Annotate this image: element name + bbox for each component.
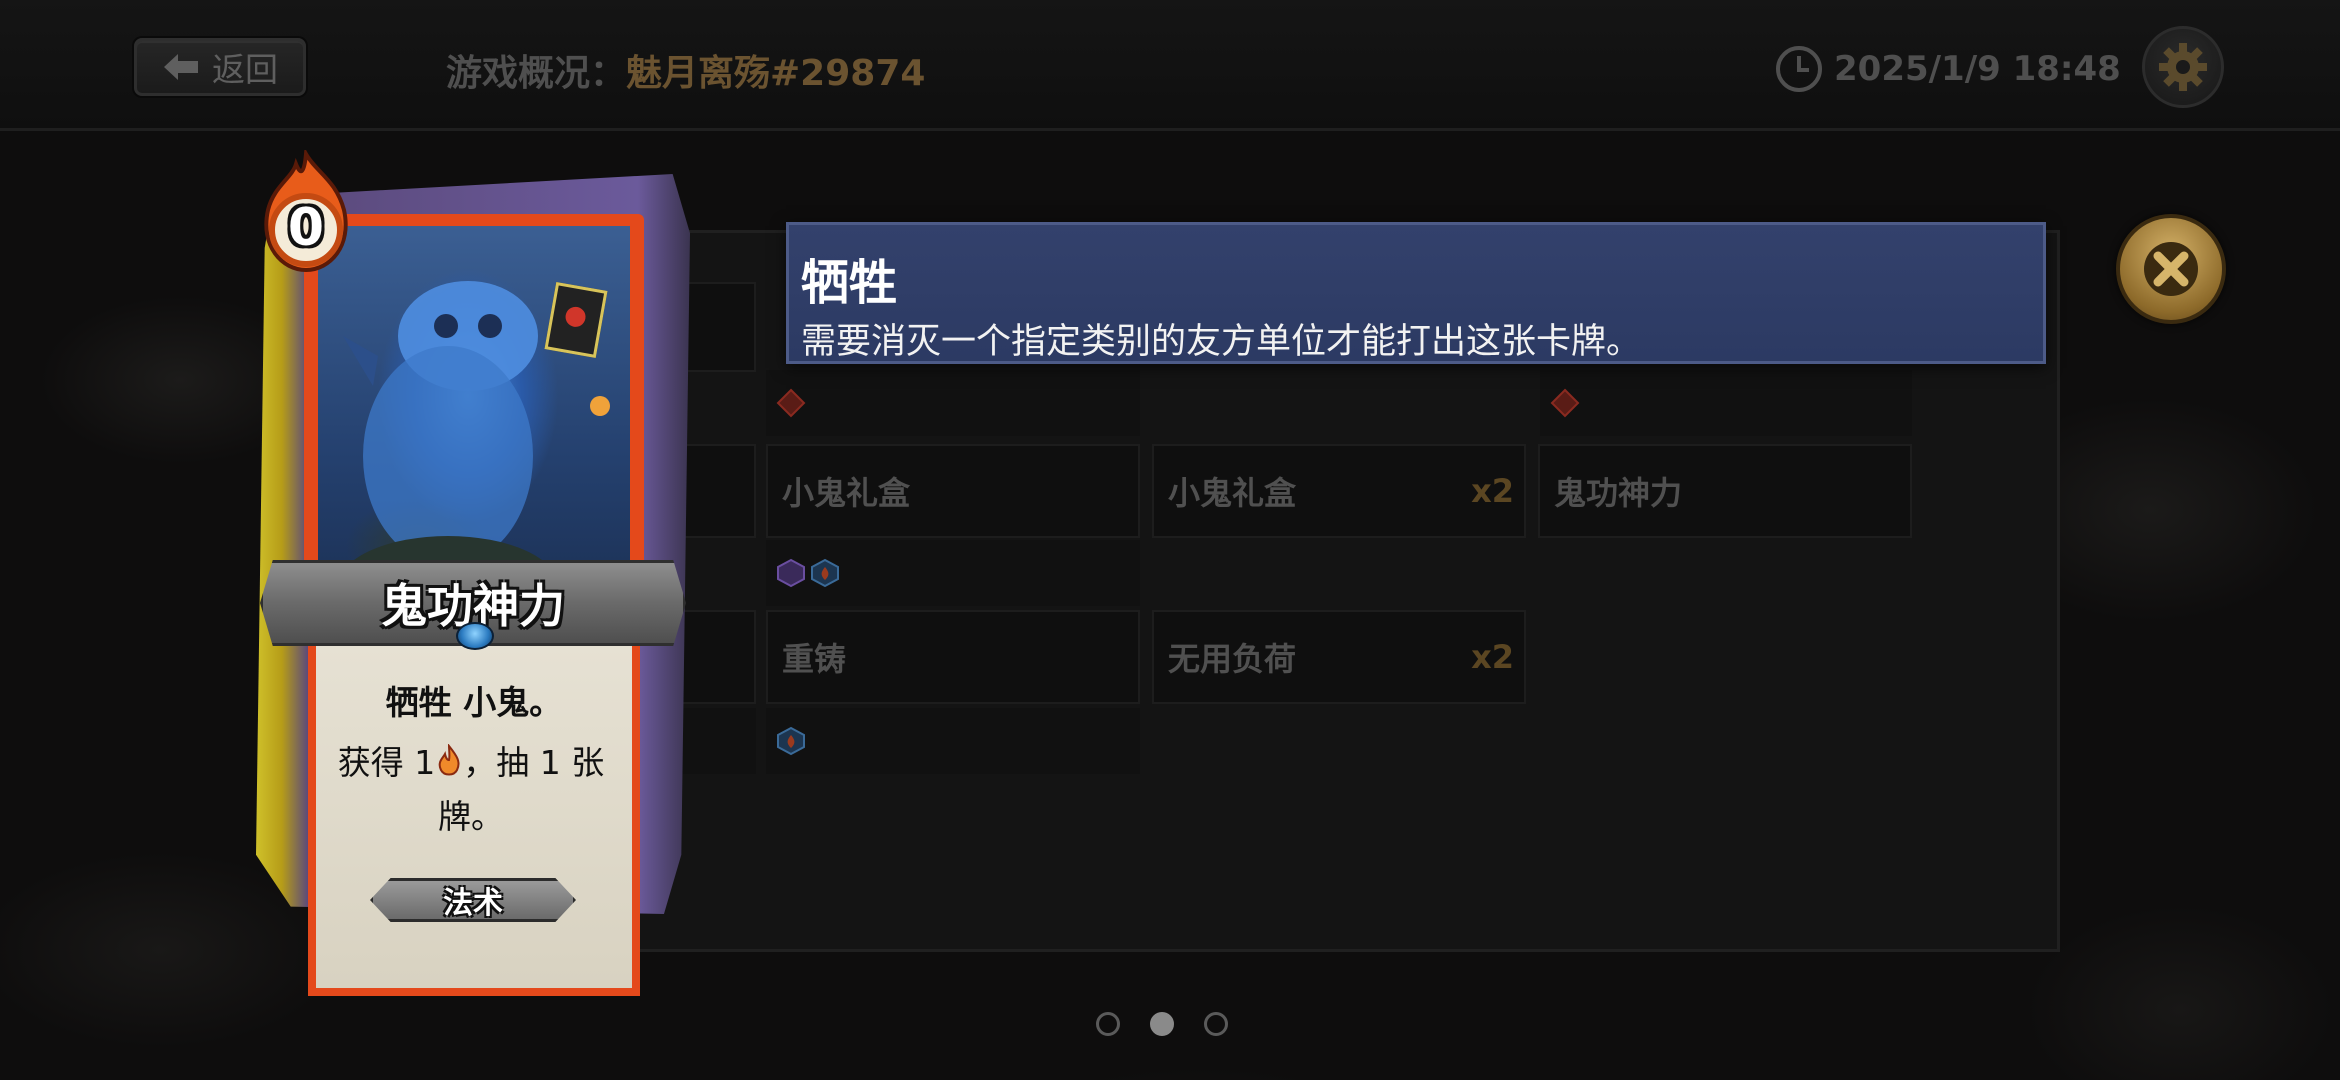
timestamp: 2025/1/9 18:48 [1774, 44, 2121, 94]
rune-icon [776, 388, 806, 418]
card-slot[interactable]: 小鬼礼盒 x2 [1152, 444, 1526, 538]
card-icon-row [766, 708, 1140, 774]
card-art [318, 226, 630, 616]
timestamp-text: 2025/1/9 18:48 [1834, 49, 2121, 89]
clock-icon [1776, 46, 1822, 92]
ghost-imp-illustration [338, 281, 610, 616]
rune-icon [1550, 388, 1580, 418]
rarity-gem-icon [456, 622, 494, 650]
mana-fire-icon [438, 744, 460, 776]
fire-gem-icon [777, 726, 805, 756]
back-label: 返回 [212, 50, 278, 89]
card-slot-name: 无用负荷 [1168, 640, 1297, 678]
mana-cost-badge: 0 [256, 150, 356, 274]
card-slot-name: 小鬼礼盒 [1168, 474, 1297, 512]
keyword-tooltip: 牺牲 需要消灭一个指定类别的友方单位才能打出这张卡牌。 [786, 222, 2046, 364]
card-type: 法术 [370, 878, 576, 922]
card-icon-row [766, 370, 1140, 436]
back-button[interactable]: 返回 [134, 38, 306, 96]
card-slot-count: x2 [1471, 472, 1514, 510]
card-slot-name: 小鬼礼盒 [782, 474, 911, 512]
title-label: 游戏概况： [446, 53, 627, 94]
card-effect-part2: ，抽 1 张牌。 [438, 743, 605, 836]
card-text-area: 牺牲 小鬼。 获得 1 ，抽 1 张牌。 [308, 646, 640, 996]
card-effect-part1: 获得 1 [337, 743, 436, 782]
fire-gem-icon [811, 558, 839, 588]
page-title: 游戏概况：魅月离殇#29874 [446, 44, 925, 96]
card-icon-row [766, 540, 1140, 606]
card-slot[interactable]: 鬼功神力 [1538, 444, 1912, 538]
top-bar: 返回 游戏概况：魅月离殇#29874 2025/1/9 18:48 [0, 0, 2340, 131]
mana-cost-value: 0 [287, 198, 325, 258]
close-icon [2144, 242, 2198, 296]
card-keyword: 牺牲 小鬼。 [385, 683, 563, 722]
page-dot-1[interactable] [1096, 1012, 1120, 1036]
card-preview: 牺牲 小鬼。 获得 1 ，抽 1 张牌。 鬼功神力 法术 0 [248, 150, 698, 996]
player-name: 魅月离殇#29874 [626, 53, 926, 94]
purple-gem-icon [777, 558, 805, 588]
arrow-left-icon [164, 54, 198, 80]
card-slot[interactable]: 小鬼礼盒 [766, 444, 1140, 538]
card-slot-name: 重铸 [782, 640, 847, 678]
card-icon-row [1540, 370, 1912, 436]
card-slot[interactable]: 重铸 [766, 610, 1140, 704]
tooltip-text: 需要消灭一个指定类别的友方单位才能打出这张卡牌。 [801, 322, 1642, 362]
close-button[interactable] [2116, 214, 2226, 324]
settings-button[interactable] [2142, 26, 2224, 108]
card-effect: 获得 1 ，抽 1 张牌。 [306, 736, 636, 844]
pagination [1096, 1012, 1228, 1036]
card-slot[interactable]: 无用负荷 x2 [1152, 610, 1526, 704]
page-dot-3[interactable] [1204, 1012, 1228, 1036]
page-dot-2[interactable] [1150, 1012, 1174, 1036]
card-slot-count: x2 [1471, 638, 1514, 676]
gear-icon [2159, 43, 2207, 91]
tooltip-title: 牺牲 [801, 255, 898, 311]
card-slot-name: 鬼功神力 [1554, 474, 1683, 512]
